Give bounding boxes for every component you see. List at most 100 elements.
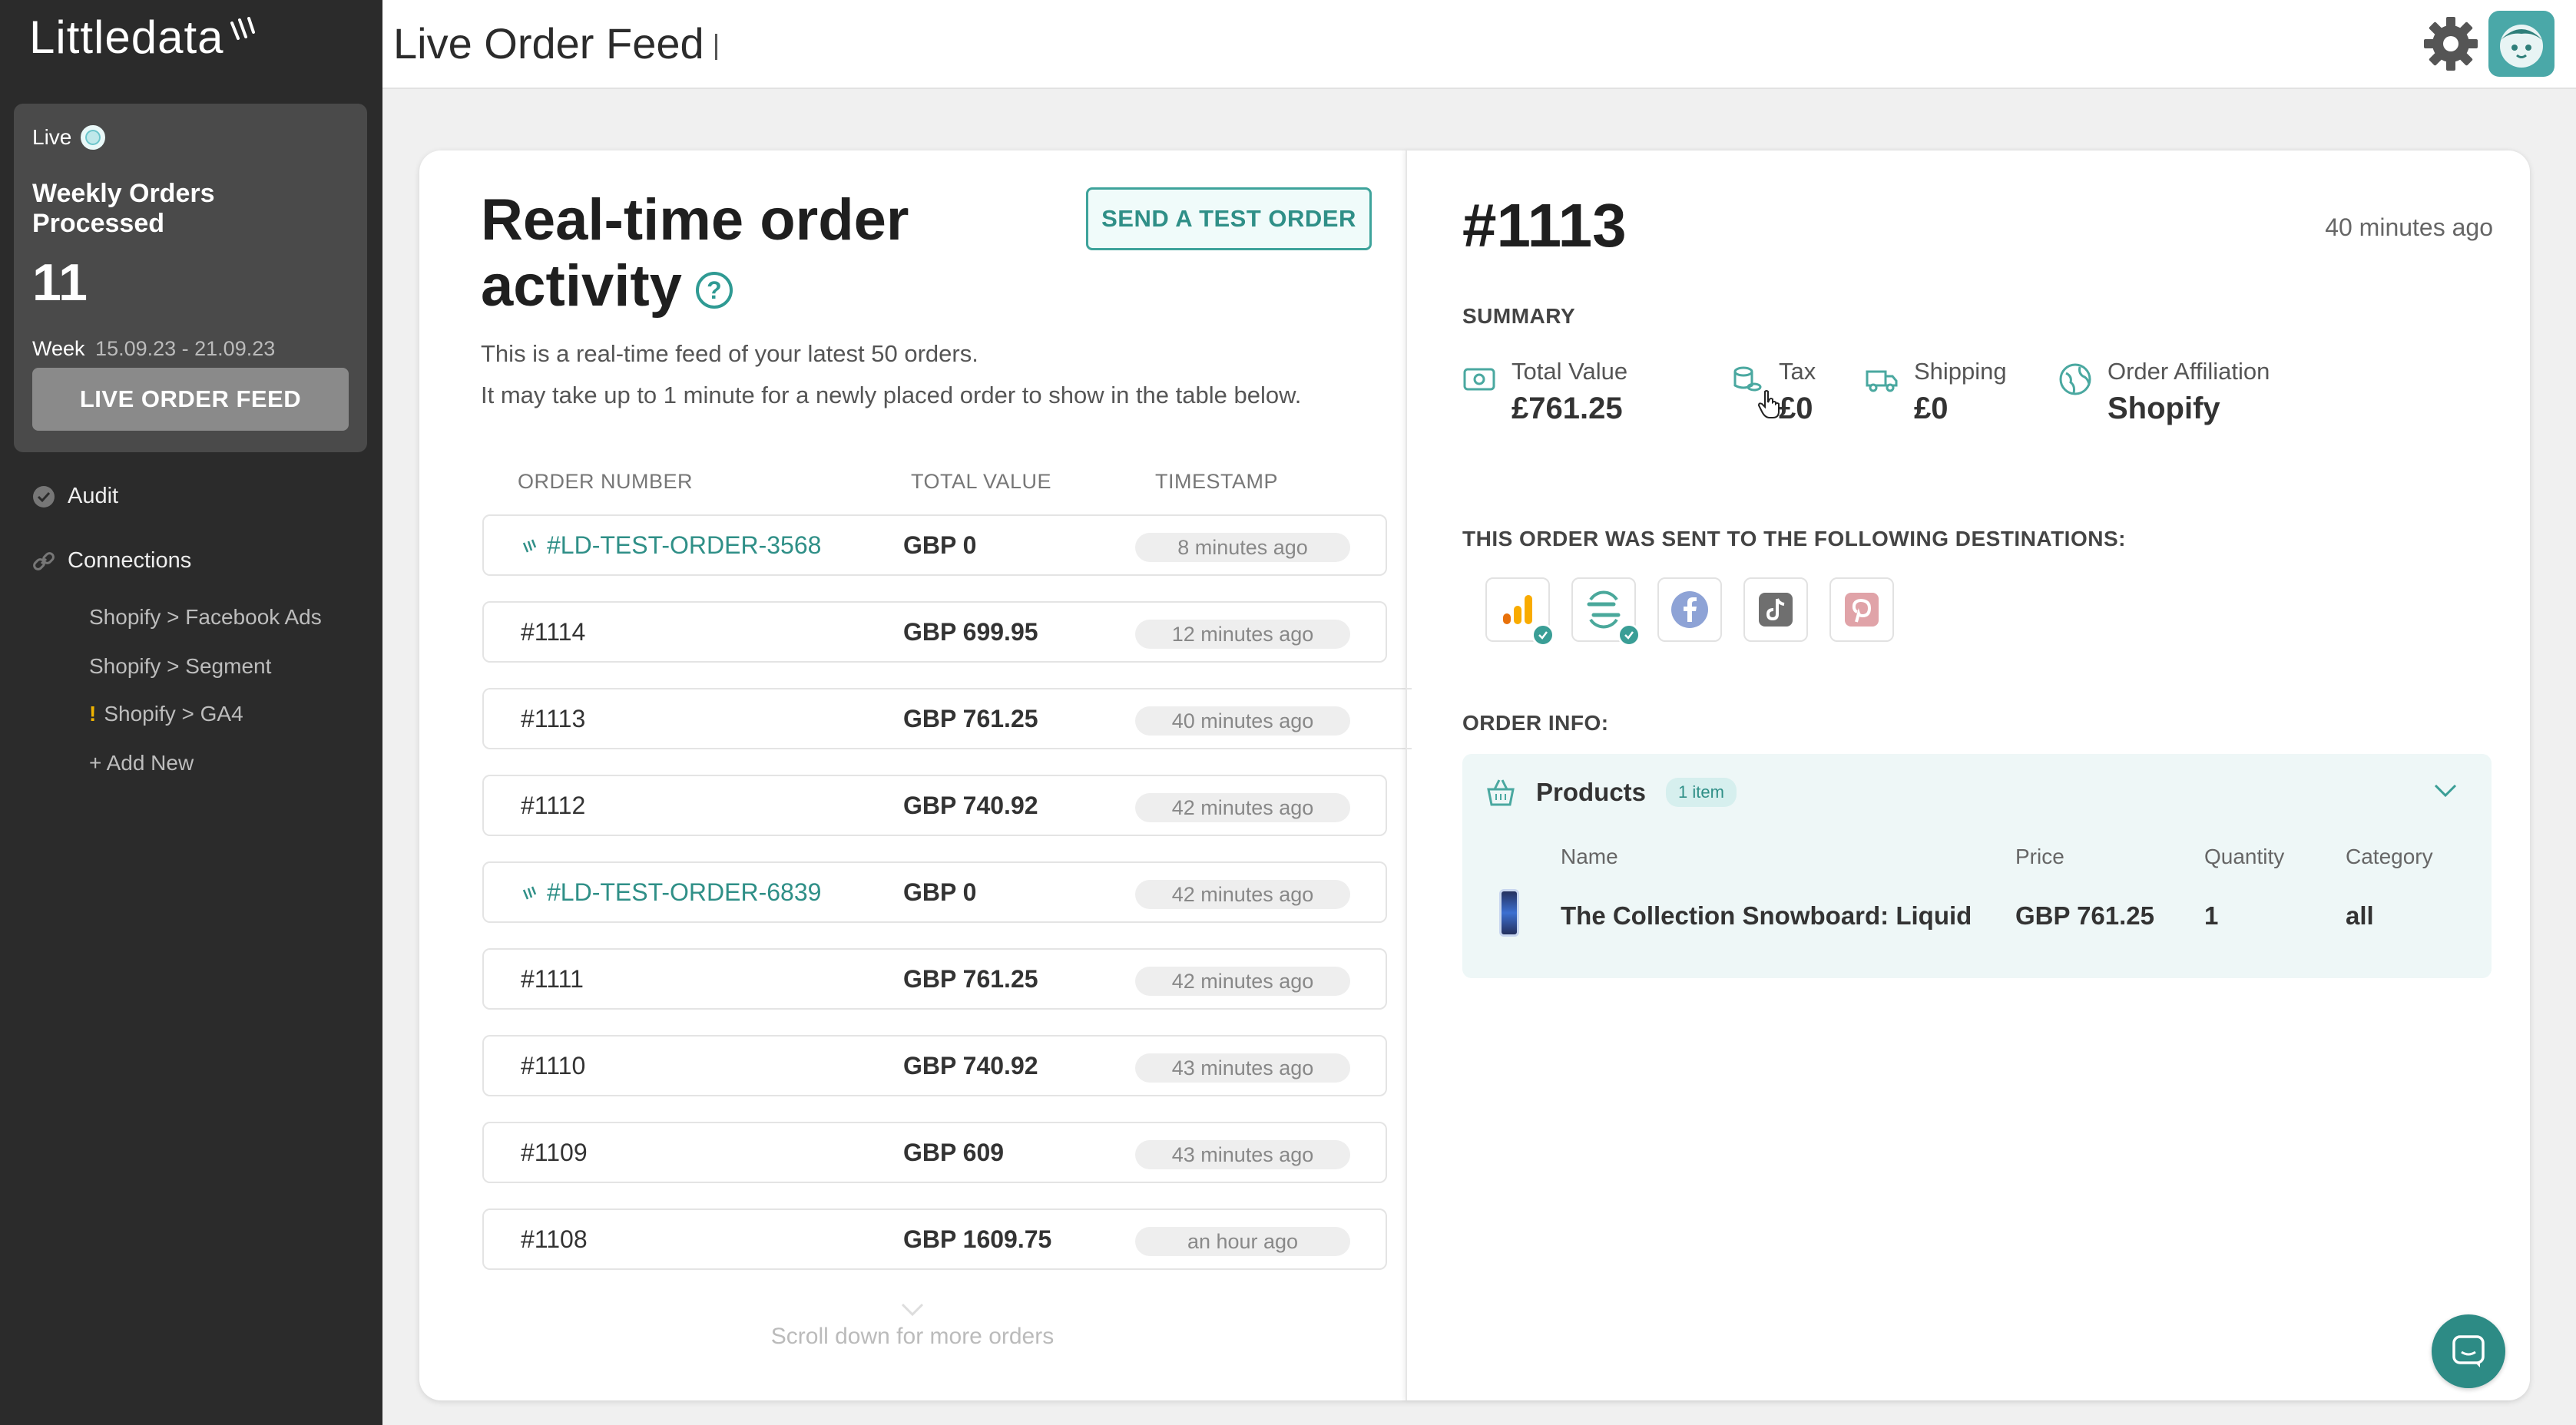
column-header-total-value: TOTAL VALUE: [911, 470, 1052, 493]
order-total-value: GBP 740.92: [903, 792, 1038, 819]
order-detail-pane: #1113 40 minutes ago SUMMARY Total Value…: [1406, 150, 2530, 1400]
order-time: 40 minutes ago: [2325, 213, 2493, 241]
destination-tiktok[interactable]: [1743, 577, 1808, 642]
destination-pinterest[interactable]: [1829, 577, 1894, 642]
chevron-down-icon: [901, 1303, 924, 1317]
link-icon: [32, 550, 55, 573]
nav-item-audit[interactable]: Audit: [32, 484, 118, 509]
weekly-orders-title: Weekly Orders Processed: [32, 179, 215, 238]
live-indicator: Live: [32, 125, 349, 150]
segment-icon: [1587, 590, 1621, 629]
products-count-badge: 1 item: [1666, 778, 1737, 807]
connection-label: Shopify > Facebook Ads: [89, 605, 322, 629]
live-order-feed-button[interactable]: LIVE ORDER FEED: [32, 368, 349, 431]
connection-label: Shopify > GA4: [104, 702, 243, 726]
connection-item-ga4[interactable]: ! Shopify > GA4: [89, 702, 243, 726]
order-total-value: GBP 1609.75: [903, 1225, 1052, 1253]
destinations-label: THIS ORDER WAS SENT TO THE FOLLOWING DES…: [1462, 527, 2126, 550]
basket-icon: [1487, 779, 1515, 806]
live-label: Live: [32, 125, 72, 149]
order-row[interactable]: #1108 GBP 1609.75 an hour ago: [482, 1208, 1387, 1270]
money-icon: [1463, 368, 1495, 391]
order-total-value: GBP 761.25: [903, 705, 1038, 732]
summary-total-value: Total Value £761.25: [1462, 358, 1627, 426]
sidebar: Littledata Live Weekly Orders Processed …: [0, 0, 382, 1425]
destination-segment[interactable]: [1571, 577, 1641, 646]
live-status-dot-icon: [81, 125, 106, 150]
weekly-orders-card: Live Weekly Orders Processed 11 Week 15.…: [14, 104, 367, 452]
order-row[interactable]: #1109 GBP 609 43 minutes ago: [482, 1122, 1387, 1183]
order-number-text: #1114: [521, 618, 586, 646]
order-number: #1114: [521, 618, 585, 646]
order-row[interactable]: #1113 GBP 761.25 40 minutes ago: [482, 688, 1412, 749]
connection-label: + Add New: [89, 751, 194, 775]
order-number-text: #1113: [521, 705, 586, 732]
order-total-value: GBP 609: [903, 1139, 1005, 1166]
order-row[interactable]: #1112 GBP 740.92 42 minutes ago: [482, 775, 1387, 836]
order-number: #1111: [521, 965, 584, 994]
sent-check-icon: [1617, 623, 1641, 646]
week-label: Week: [32, 337, 85, 360]
avatar[interactable]: [2488, 11, 2554, 77]
order-timestamp-badge: 42 minutes ago: [1135, 793, 1350, 822]
feed-title-line1: Real-time order: [481, 187, 909, 253]
feed-title-line2: activity: [481, 253, 682, 319]
littledata-logo[interactable]: Littledata: [29, 11, 255, 64]
order-total-value: GBP 0: [903, 531, 977, 559]
order-number-text: #1108: [521, 1225, 588, 1253]
chevron-down-icon[interactable]: [2433, 783, 2458, 798]
order-row[interactable]: #1111 GBP 761.25 42 minutes ago: [482, 948, 1387, 1010]
order-timestamp-badge: an hour ago: [1135, 1227, 1350, 1256]
weekly-orders-count: 11: [32, 253, 88, 312]
week-dates: 15.09.23 - 21.09.23: [95, 337, 276, 360]
summary-value: £0: [1779, 392, 1813, 425]
feed-title: Real-time order activity?: [481, 187, 942, 319]
summary-label-text: Tax: [1779, 358, 1816, 385]
help-icon[interactable]: ?: [695, 271, 733, 309]
connection-item-segment[interactable]: Shopify > Segment: [89, 654, 271, 679]
product-quantity: 1: [2204, 901, 2219, 930]
product-column-quantity: Quantity: [2204, 845, 2285, 868]
nav-item-label: Audit: [68, 484, 119, 508]
logo-text: Littledata: [29, 12, 224, 63]
order-timestamp-badge: 8 minutes ago: [1135, 533, 1350, 562]
destination-facebook[interactable]: [1657, 577, 1722, 642]
order-timestamp-badge: 42 minutes ago: [1135, 967, 1350, 996]
order-row[interactable]: #1114 GBP 699.95 12 minutes ago: [482, 601, 1387, 663]
gear-icon[interactable]: [2421, 14, 2481, 74]
logo-mark-icon: [230, 17, 255, 40]
order-row[interactable]: #1110 GBP 740.92 43 minutes ago: [482, 1035, 1387, 1096]
products-header[interactable]: Products 1 item: [1485, 777, 1737, 808]
order-timestamp-badge: 42 minutes ago: [1135, 880, 1350, 909]
add-new-connection-link[interactable]: + Add New: [89, 751, 194, 775]
nav-item-connections[interactable]: Connections: [32, 548, 191, 574]
product-category: all: [2346, 901, 2374, 930]
send-test-order-button[interactable]: SEND A TEST ORDER: [1086, 187, 1372, 250]
order-row[interactable]: #LD-TEST-ORDER-6839 GBP 0 42 minutes ago: [482, 861, 1387, 923]
order-number-text: #LD-TEST-ORDER-6839: [547, 878, 822, 906]
top-header: Live Order Feed: [382, 0, 2576, 89]
summary-shipping: Shipping £0: [1865, 358, 2007, 426]
summary-order-affiliation: Order Affiliation Shopify: [2058, 358, 2270, 426]
destination-google-analytics[interactable]: [1485, 577, 1555, 646]
order-number-text: #LD-TEST-ORDER-3568: [547, 531, 822, 559]
chat-button[interactable]: [2432, 1314, 2505, 1388]
product-name: The Collection Snowboard: Liquid: [1561, 901, 1972, 930]
connection-item-facebook[interactable]: Shopify > Facebook Ads: [89, 605, 322, 630]
order-number-text: #1111: [521, 965, 584, 993]
order-timestamp-badge: 12 minutes ago: [1135, 620, 1350, 649]
product-column-price: Price: [2015, 845, 2064, 868]
scroll-hint: Scroll down for more orders: [419, 1302, 1406, 1350]
desc-line2: It may take up to 1 minute for a newly p…: [481, 382, 1302, 408]
page-title: Live Order Feed: [393, 18, 717, 68]
pinterest-icon: [1845, 593, 1879, 627]
feed-description: This is a real-time feed of your latest …: [481, 333, 1301, 416]
order-number: #1112: [521, 792, 585, 820]
order-row[interactable]: #LD-TEST-ORDER-3568 GBP 0 8 minutes ago: [482, 514, 1387, 576]
tiktok-icon: [1759, 593, 1793, 627]
order-timestamp-badge: 43 minutes ago: [1135, 1053, 1350, 1083]
order-timestamp-badge: 43 minutes ago: [1135, 1140, 1350, 1169]
globe-icon: [2059, 363, 2091, 395]
chat-icon: [2452, 1335, 2485, 1367]
connection-label: Shopify > Segment: [89, 654, 272, 678]
